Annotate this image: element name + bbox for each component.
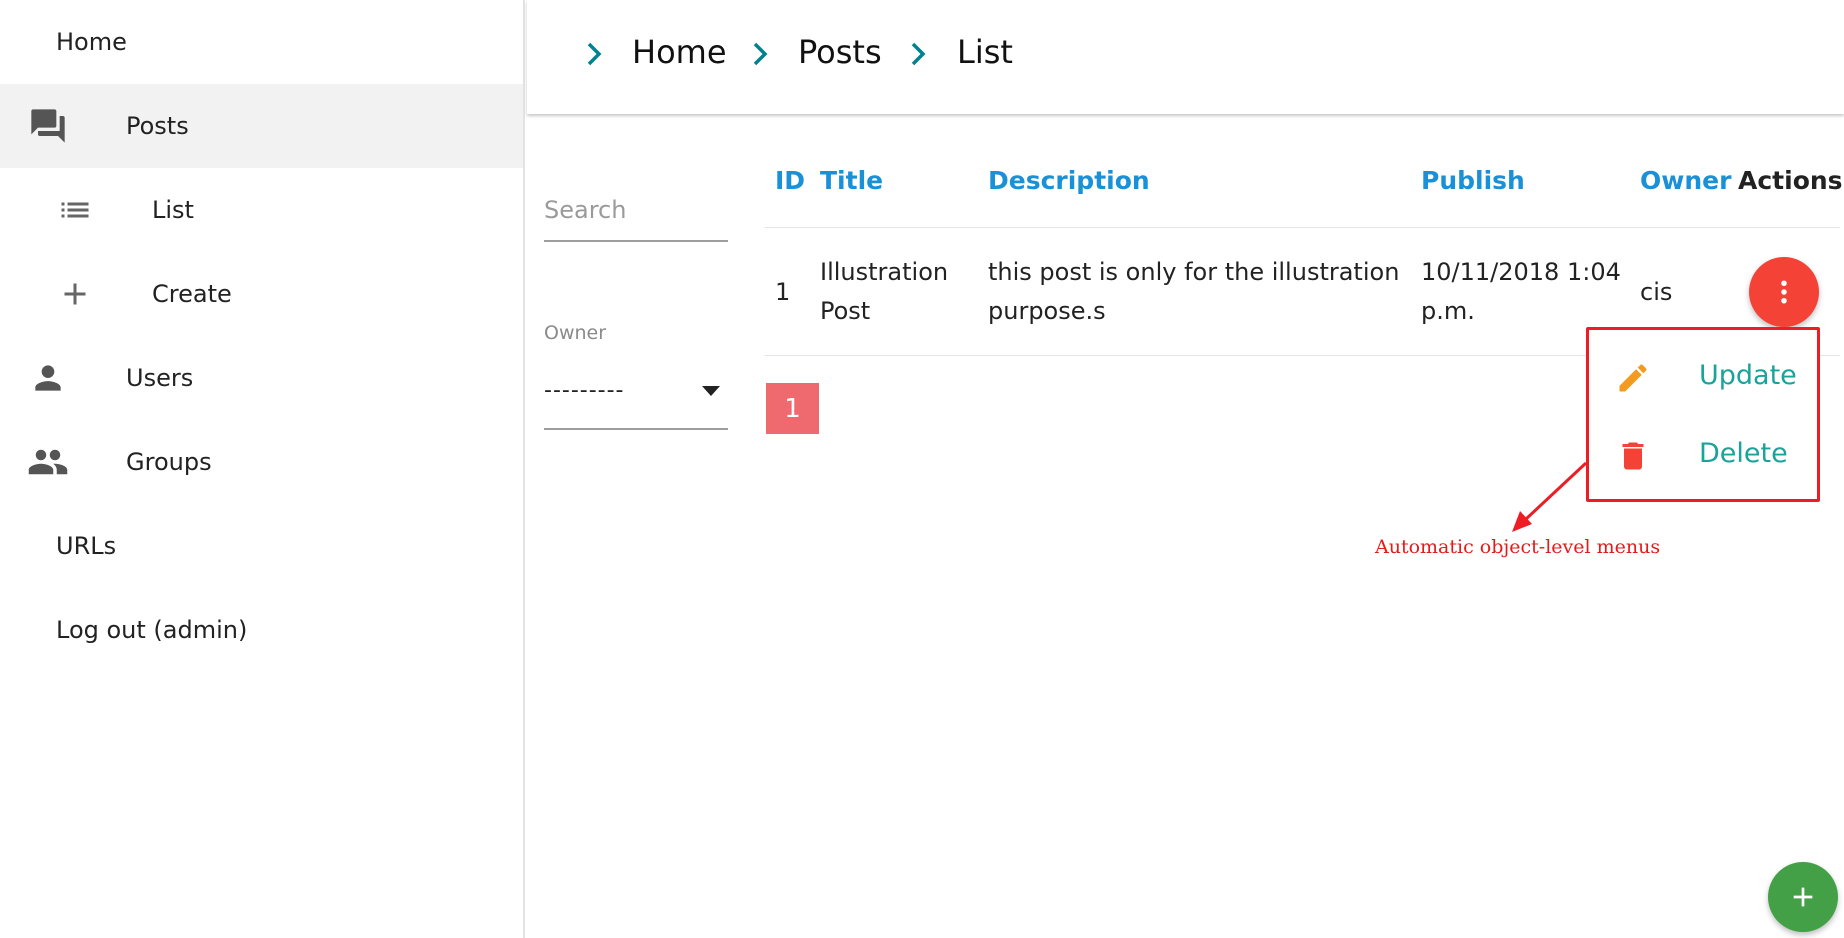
column-header-actions: Actions [1738, 166, 1843, 195]
more-vertical-icon [1781, 280, 1787, 304]
sidebar-item-label: Groups [126, 448, 212, 476]
column-header-title[interactable]: Title [820, 166, 883, 195]
sidebar-item-list[interactable]: List [0, 168, 523, 252]
chevron-right-icon [911, 42, 926, 66]
breadcrumb-home[interactable]: Home [632, 33, 727, 71]
cell-title: Illustration [820, 258, 949, 286]
annotation-label: Automatic object-level menus [1375, 536, 1661, 558]
sidebar-item-users[interactable]: Users [0, 336, 523, 420]
list-icon [51, 186, 99, 234]
sidebar-item-label: Create [152, 280, 232, 308]
breadcrumb-list[interactable]: List [957, 33, 1013, 71]
column-header-publish[interactable]: Publish [1421, 166, 1525, 195]
pagination-page-button[interactable]: 1 [766, 383, 819, 434]
sidebar-item-label: Users [126, 364, 194, 392]
trash-icon [1622, 442, 1644, 470]
sidebar-item-logout[interactable]: Log out (admin) [0, 588, 523, 672]
column-header-owner[interactable]: Owner [1640, 166, 1731, 195]
sidebar-item-label: Posts [126, 112, 189, 140]
add-post-button[interactable] [1768, 862, 1838, 932]
column-header-id[interactable]: ID [775, 166, 805, 195]
caret-down-icon [702, 386, 720, 396]
cell-publish: p.m. [1421, 297, 1475, 325]
forum-icon [24, 102, 72, 150]
sidebar-item-urls[interactable]: URLs [0, 504, 523, 588]
cell-title: Post [820, 297, 871, 325]
row-actions-button[interactable] [1749, 257, 1819, 327]
plus-icon [51, 270, 99, 318]
group-icon [24, 438, 72, 486]
pencil-icon [1619, 364, 1647, 392]
chevron-right-icon [587, 42, 602, 66]
sidebar: Home Posts List Create Users Groups URLs… [0, 0, 525, 938]
sidebar-item-create[interactable]: Create [0, 252, 523, 336]
sidebar-item-label: Home [56, 28, 127, 56]
sidebar-item-home[interactable]: Home [0, 0, 523, 84]
menu-item-label: Delete [1699, 438, 1788, 469]
breadcrumb-posts[interactable]: Posts [798, 33, 882, 71]
sidebar-item-label: Log out (admin) [56, 616, 248, 644]
sidebar-item-label: URLs [56, 532, 117, 560]
column-header-description[interactable]: Description [988, 166, 1150, 195]
breadcrumb: Home Posts List [527, 0, 1844, 114]
chevron-right-icon [753, 42, 768, 66]
owner-filter-value: --------- [544, 378, 625, 403]
menu-item-label: Update [1699, 360, 1797, 391]
owner-filter-select[interactable]: --------- [544, 368, 728, 430]
cell-description: this post is only for the illustration [988, 258, 1400, 286]
owner-filter-label: Owner [544, 322, 607, 344]
sidebar-item-posts[interactable]: Posts [0, 84, 523, 168]
sidebar-item-label: List [152, 196, 194, 224]
search-input[interactable] [544, 180, 728, 242]
cell-id: 1 [775, 278, 791, 306]
cell-owner: cis [1640, 278, 1673, 306]
person-icon [24, 354, 72, 402]
row-actions-menu: Update Delete [1586, 327, 1820, 502]
menu-item-update[interactable]: Update [1589, 340, 1817, 416]
cell-description: purpose.s [988, 297, 1106, 325]
sidebar-item-groups[interactable]: Groups [0, 420, 523, 504]
cell-publish: 10/11/2018 1:04 [1421, 258, 1621, 286]
plus-icon [1793, 887, 1813, 907]
table-divider [765, 227, 1840, 228]
menu-item-delete[interactable]: Delete [1589, 418, 1817, 494]
